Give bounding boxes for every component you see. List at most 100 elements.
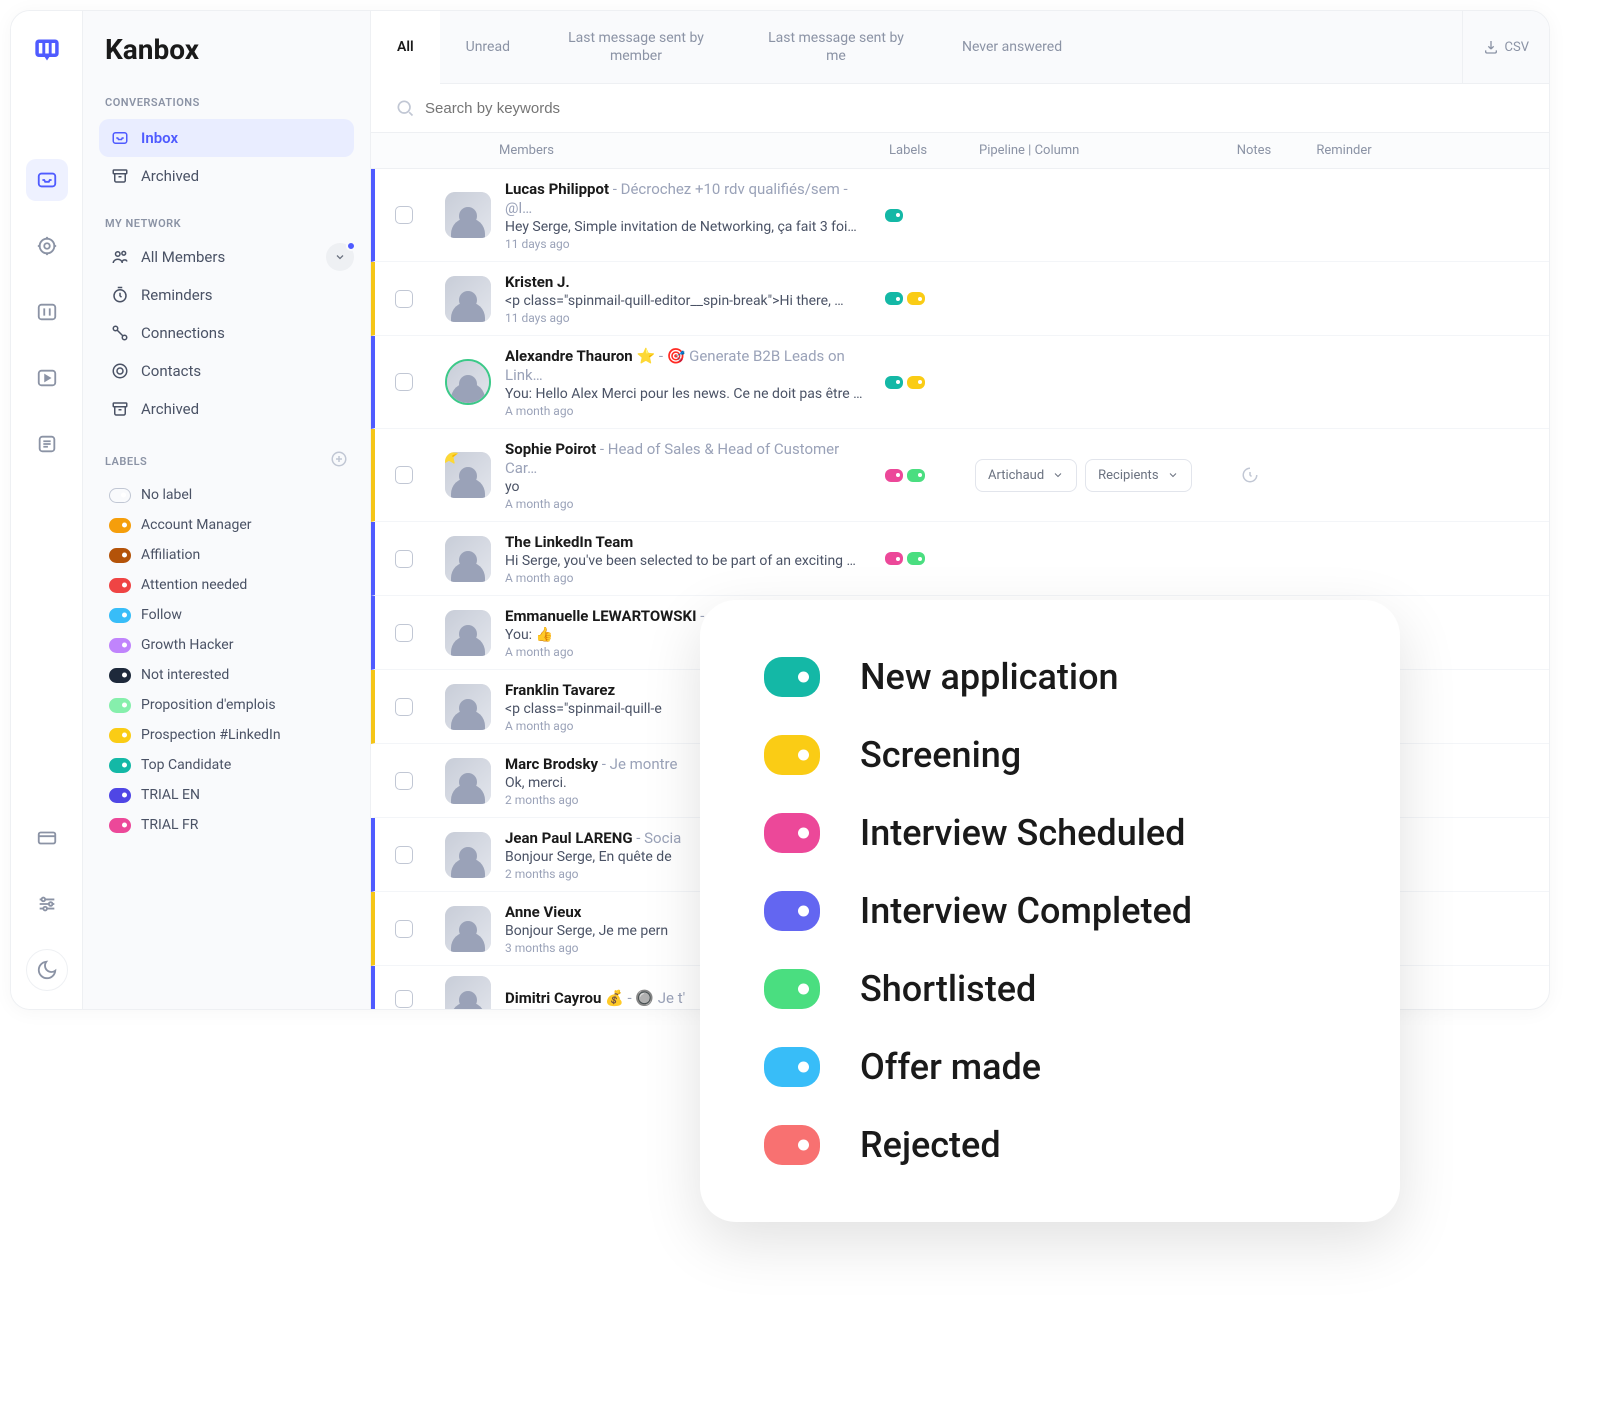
label-tag-icon	[109, 638, 131, 653]
label-item[interactable]: Account Manager	[99, 510, 354, 540]
label-name: Attention needed	[141, 577, 247, 593]
tab-all[interactable]: All	[371, 11, 440, 84]
nav-archived[interactable]: Archived	[99, 157, 354, 195]
nav-archived-label: Archived	[141, 167, 199, 185]
chevron-down-icon	[1052, 469, 1064, 481]
popup-tag-icon	[764, 813, 820, 853]
message-row[interactable]: The LinkedIn TeamHi Serge, you've been s…	[371, 522, 1549, 596]
message-row[interactable]: Kristen J.<p class="spinmail-quill-edito…	[371, 262, 1549, 336]
member-name: Jean Paul LARENG	[505, 829, 633, 847]
rail-play-icon[interactable]	[26, 357, 68, 399]
row-checkbox[interactable]	[395, 846, 413, 864]
label-tag-icon	[109, 518, 131, 533]
popup-label-text: Rejected	[860, 1124, 1001, 1166]
rail-inbox-icon[interactable]	[26, 159, 68, 201]
row-labels	[885, 292, 975, 305]
row-checkbox[interactable]	[395, 373, 413, 391]
avatar	[445, 758, 491, 804]
row-labels	[885, 552, 975, 565]
nav-contacts[interactable]: Contacts	[99, 352, 354, 390]
popup-label-row[interactable]: New application	[764, 656, 1336, 698]
tab-never[interactable]: Never answered	[936, 11, 1088, 83]
label-item[interactable]: Prospection #LinkedIn	[99, 720, 354, 750]
label-item[interactable]: Affiliation	[99, 540, 354, 570]
row-checkbox[interactable]	[395, 624, 413, 642]
popup-label-row[interactable]: Rejected	[764, 1124, 1336, 1166]
col-members: Members	[499, 143, 889, 158]
label-item[interactable]: Not interested	[99, 660, 354, 690]
network-expand-button[interactable]	[326, 243, 354, 271]
label-item[interactable]: No label	[99, 480, 354, 510]
mini-tag-icon	[907, 469, 925, 482]
rail-billing-icon[interactable]	[26, 817, 68, 859]
col-labels: Labels	[889, 143, 979, 158]
row-checkbox[interactable]	[395, 466, 413, 484]
label-item[interactable]: Growth Hacker	[99, 630, 354, 660]
notification-dot	[346, 241, 356, 251]
label-name: Top Candidate	[141, 757, 231, 773]
member-name: Anne Vieux	[505, 903, 581, 921]
section-conversations: CONVERSATIONS	[99, 96, 354, 119]
label-item[interactable]: TRIAL FR	[99, 810, 354, 840]
popup-label-text: Offer made	[860, 1046, 1041, 1088]
rail-settings-icon[interactable]	[26, 883, 68, 925]
section-network: MY NETWORK	[99, 217, 187, 230]
avatar	[445, 359, 491, 405]
row-checkbox[interactable]	[395, 550, 413, 568]
note-icon[interactable]	[1241, 466, 1259, 484]
member-name: Franklin Tavarez	[505, 681, 615, 699]
rail-theme-icon[interactable]	[26, 949, 68, 991]
popup-label-row[interactable]: Screening	[764, 734, 1336, 776]
add-label-button[interactable]	[330, 450, 348, 472]
message-row[interactable]: ⭐Sophie Poirot - Head of Sales & Head of…	[371, 429, 1549, 522]
tab-last-member[interactable]: Last message sent by member	[536, 11, 736, 83]
avatar	[445, 536, 491, 582]
label-item[interactable]: Follow	[99, 600, 354, 630]
message-row[interactable]: Lucas Philippot - Décrochez +10 rdv qual…	[371, 169, 1549, 262]
popup-label-row[interactable]: Interview Scheduled	[764, 812, 1336, 854]
row-checkbox[interactable]	[395, 920, 413, 938]
label-item[interactable]: Proposition d'emplois	[99, 690, 354, 720]
pipeline-select[interactable]: Artichaud	[975, 459, 1077, 492]
member-name: Lucas Philippot	[505, 180, 609, 198]
popup-label-row[interactable]: Interview Completed	[764, 890, 1336, 932]
nav-all-members[interactable]: All Members	[99, 238, 326, 276]
nav-archived-network[interactable]: Archived	[99, 390, 354, 428]
rail-notes-icon[interactable]	[26, 423, 68, 465]
search-input[interactable]	[425, 100, 1525, 117]
tab-last-me[interactable]: Last message sent by me	[736, 11, 936, 83]
rail-board-icon[interactable]	[26, 291, 68, 333]
message-preview: yo	[505, 479, 875, 495]
popup-label-row[interactable]: Offer made	[764, 1046, 1336, 1088]
rail-target-icon[interactable]	[26, 225, 68, 267]
message-row[interactable]: Alexandre Thauron ⭐ - 🎯 Generate B2B Lea…	[371, 336, 1549, 429]
label-name: Follow	[141, 607, 182, 623]
label-item[interactable]: TRIAL EN	[99, 780, 354, 810]
app-logo	[26, 29, 68, 71]
mini-tag-icon	[907, 292, 925, 305]
row-checkbox[interactable]	[395, 990, 413, 1008]
tab-unread[interactable]: Unread	[440, 11, 536, 83]
member-name: Kristen J.	[505, 273, 570, 291]
label-tag-icon	[109, 488, 131, 503]
row-checkbox[interactable]	[395, 290, 413, 308]
popup-label-row[interactable]: Shortlisted	[764, 968, 1336, 1010]
export-csv-button[interactable]: CSV	[1462, 11, 1549, 83]
row-checkbox[interactable]	[395, 698, 413, 716]
nav-reminders[interactable]: Reminders	[99, 276, 354, 314]
label-item[interactable]: Top Candidate	[99, 750, 354, 780]
label-item[interactable]: Attention needed	[99, 570, 354, 600]
row-checkbox[interactable]	[395, 206, 413, 224]
nav-inbox[interactable]: Inbox	[99, 119, 354, 157]
popup-label-text: Screening	[860, 734, 1021, 776]
popup-tag-icon	[764, 735, 820, 775]
avatar	[445, 684, 491, 730]
pipeline-select[interactable]: Recipients	[1085, 459, 1191, 492]
message-preview: Hi Serge, you've been selected to be par…	[505, 553, 875, 569]
popup-tag-icon	[764, 1047, 820, 1087]
message-time: A month ago	[505, 571, 875, 585]
row-checkbox[interactable]	[395, 772, 413, 790]
left-rail	[11, 11, 83, 1009]
nav-connections[interactable]: Connections	[99, 314, 354, 352]
sidebar: Kanbox CONVERSATIONS Inbox Archived MY N…	[83, 11, 371, 1009]
